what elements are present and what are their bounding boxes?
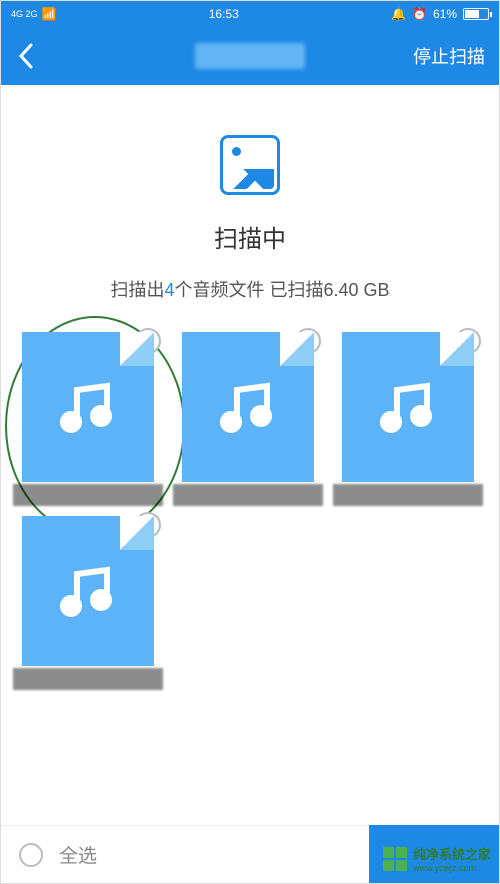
music-note-icon xyxy=(53,556,123,626)
file-label-masked xyxy=(173,484,323,506)
stop-scan-button[interactable]: 停止扫描 xyxy=(413,43,485,69)
watermark-logo-icon xyxy=(383,847,407,871)
select-all-checkbox[interactable] xyxy=(19,843,43,867)
audio-item[interactable] xyxy=(173,332,323,506)
file-grid xyxy=(1,302,499,690)
network-label: 4G 2G xyxy=(11,10,38,19)
file-label-masked xyxy=(333,484,483,506)
page-title-masked xyxy=(195,43,305,69)
select-all-label[interactable]: 全选 xyxy=(59,841,97,868)
scan-title: 扫描中 xyxy=(21,219,479,254)
music-note-icon xyxy=(213,372,283,442)
battery-icon xyxy=(463,8,489,20)
file-count: 4 xyxy=(164,280,174,300)
scan-status: 扫描中 扫描出4个音频文件 已扫描6.40 GB xyxy=(1,85,499,302)
clock: 16:53 xyxy=(209,7,239,21)
watermark-url: www.ycwjz.com xyxy=(413,863,491,873)
file-label-masked xyxy=(13,484,163,506)
audio-thumbnail xyxy=(342,332,474,482)
image-placeholder-icon xyxy=(220,135,280,195)
file-label-masked xyxy=(13,668,163,690)
audio-item[interactable] xyxy=(13,332,163,506)
music-note-icon xyxy=(53,372,123,442)
status-bar: 4G 2G 📶 16:53 🔔 ⏰ 61% xyxy=(1,1,499,27)
bell-icon: 🔔 xyxy=(391,7,406,21)
alarm-icon: ⏰ xyxy=(412,7,427,21)
signal-icon: 📶 xyxy=(42,7,57,21)
audio-thumbnail xyxy=(22,332,154,482)
audio-thumbnail xyxy=(22,516,154,666)
music-note-icon xyxy=(373,372,443,442)
scanned-size: 6.40 GB xyxy=(323,280,389,300)
audio-item[interactable] xyxy=(13,516,163,690)
back-icon[interactable] xyxy=(15,41,37,71)
watermark-text: 纯净系统之家 xyxy=(413,844,491,863)
audio-thumbnail xyxy=(182,332,314,482)
app-header: 停止扫描 xyxy=(1,27,499,85)
battery-pct: 61% xyxy=(433,7,457,21)
audio-item[interactable] xyxy=(333,332,483,506)
scan-subtitle: 扫描出4个音频文件 已扫描6.40 GB xyxy=(21,276,479,302)
watermark: 纯净系统之家 www.ycwjz.com xyxy=(383,844,491,873)
